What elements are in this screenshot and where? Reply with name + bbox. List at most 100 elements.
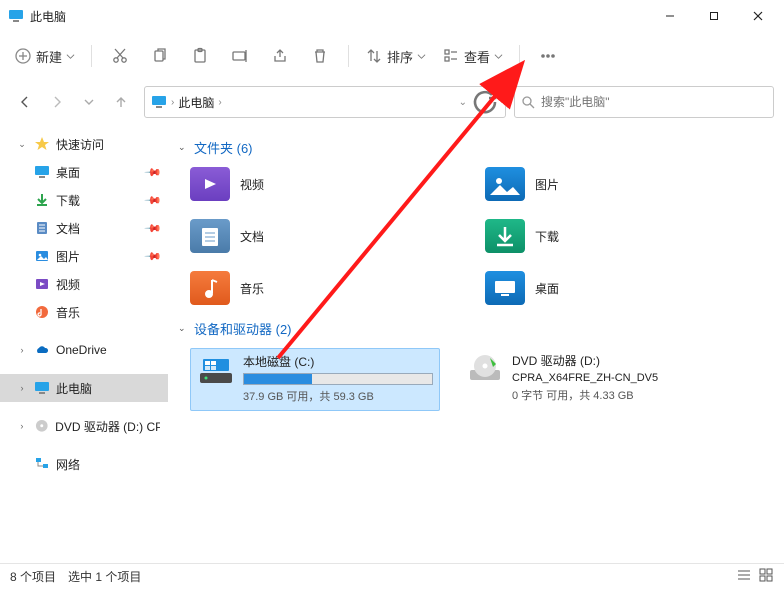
sidebar-onedrive[interactable]: › OneDrive [0, 336, 168, 364]
new-label: 新建 [36, 47, 62, 66]
chevron-down-icon: ⌄ [178, 142, 190, 153]
group-devices-header[interactable]: ⌄ 设备和驱动器 (2) [178, 319, 780, 338]
pin-icon: 📌 [144, 191, 163, 210]
sidebar-item-documents[interactable]: 文档 📌 [0, 214, 168, 242]
sidebar-dvd[interactable]: › DVD 驱动器 (D:) CP [0, 412, 168, 440]
delete-button[interactable] [302, 39, 338, 73]
folder-downloads[interactable]: 下载 [485, 219, 780, 253]
cut-button[interactable] [102, 39, 138, 73]
share-button[interactable] [262, 39, 298, 73]
folder-desktop[interactable]: 桌面 [485, 271, 780, 305]
folder-label: 桌面 [535, 280, 559, 297]
recent-button[interactable] [74, 87, 104, 117]
address-bar[interactable]: › 此电脑 › ⌄ [144, 86, 506, 118]
window-title: 此电脑 [30, 8, 66, 25]
breadcrumb-root[interactable]: 此电脑 [178, 94, 214, 111]
up-button[interactable] [106, 87, 136, 117]
view-button[interactable]: 查看 [436, 39, 509, 73]
group-label: 设备和驱动器 (2) [194, 319, 292, 338]
pc-icon [151, 94, 167, 110]
group-folders-header[interactable]: ⌄ 文件夹 (6) [178, 138, 780, 157]
disk-icon [197, 353, 235, 391]
dropdown-icon[interactable]: ⌄ [459, 97, 467, 108]
sort-button[interactable]: 排序 [359, 39, 432, 73]
folder-label: 文档 [240, 228, 264, 245]
maximize-button[interactable] [692, 0, 736, 32]
chevron-right-icon: › [16, 421, 28, 431]
new-button[interactable]: 新建 [8, 39, 81, 73]
documents-folder-icon [190, 219, 230, 253]
copy-button[interactable] [142, 39, 178, 73]
details-view-button[interactable] [736, 567, 752, 586]
network-icon [34, 456, 50, 472]
folder-music[interactable]: 音乐 [190, 271, 485, 305]
status-bar: 8 个项目 选中 1 个项目 [0, 563, 784, 589]
close-button[interactable] [736, 0, 780, 32]
document-icon [34, 220, 50, 236]
sidebar-item-label: 文档 [56, 220, 80, 237]
cloud-icon [34, 342, 50, 358]
capacity-bar [243, 373, 433, 385]
sidebar-item-label: DVD 驱动器 (D:) CP [55, 418, 160, 435]
folder-pictures[interactable]: 图片 [485, 167, 780, 201]
status-selected-count: 选中 1 个项目 [68, 568, 141, 585]
sidebar-network[interactable]: › 网络 [0, 450, 168, 478]
minimize-button[interactable] [648, 0, 692, 32]
disc-icon [34, 418, 50, 434]
search-box[interactable] [514, 86, 774, 118]
desktop-folder-icon [485, 271, 525, 305]
paste-button[interactable] [182, 39, 218, 73]
drive-c[interactable]: 本地磁盘 (C:) 37.9 GB 可用，共 59.3 GB [190, 348, 440, 411]
download-icon [34, 192, 50, 208]
nav-row: › 此电脑 › ⌄ [0, 80, 784, 124]
sidebar-quick-access[interactable]: ⌄ 快速访问 [0, 130, 168, 158]
more-button[interactable] [530, 39, 566, 73]
sidebar-item-label: 下载 [56, 192, 80, 209]
sidebar-item-label: 此电脑 [56, 380, 92, 397]
sidebar-item-label: 网络 [56, 456, 80, 473]
drive-name: 本地磁盘 (C:) [243, 353, 433, 370]
music-icon [34, 304, 50, 320]
pin-icon: 📌 [144, 163, 163, 182]
refresh-button[interactable] [471, 88, 499, 116]
chevron-right-icon: › [16, 345, 28, 355]
forward-button[interactable] [42, 87, 72, 117]
sidebar-item-label: 音乐 [56, 304, 80, 321]
music-folder-icon [190, 271, 230, 305]
pc-icon [34, 380, 50, 396]
title-bar: 此电脑 [0, 0, 784, 32]
search-input[interactable] [541, 95, 767, 109]
large-icons-view-button[interactable] [758, 567, 774, 586]
sidebar-item-label: OneDrive [56, 343, 107, 357]
drive-d[interactable]: DVD 驱动器 (D:) CPRA_X64FRE_ZH-CN_DV5 0 字节 … [460, 348, 710, 411]
sidebar-thispc[interactable]: › 此电脑 [0, 374, 168, 402]
sidebar-item-videos[interactable]: 视频 [0, 270, 168, 298]
drive-name: DVD 驱动器 (D:) [512, 352, 704, 369]
videos-folder-icon [190, 167, 230, 201]
sidebar-item-pictures[interactable]: 图片 📌 [0, 242, 168, 270]
drive-volume-label: CPRA_X64FRE_ZH-CN_DV5 [512, 372, 704, 384]
desktop-icon [34, 164, 50, 180]
sidebar-item-music[interactable]: 音乐 [0, 298, 168, 326]
content-pane: ⌄ 文件夹 (6) 视频 图片 文档 下载 音乐 [168, 124, 784, 563]
sidebar: ⌄ 快速访问 桌面 📌 下载 📌 文档 📌 图片 📌 视频 [0, 124, 168, 563]
sidebar-item-label: 图片 [56, 248, 80, 265]
back-button[interactable] [10, 87, 40, 117]
pictures-icon [34, 248, 50, 264]
sort-label: 排序 [387, 47, 413, 66]
chevron-right-icon: › [16, 383, 28, 393]
sidebar-item-desktop[interactable]: 桌面 📌 [0, 158, 168, 186]
folder-videos[interactable]: 视频 [190, 167, 485, 201]
folder-label: 下载 [535, 228, 559, 245]
sidebar-item-downloads[interactable]: 下载 📌 [0, 186, 168, 214]
folder-documents[interactable]: 文档 [190, 219, 485, 253]
sidebar-item-label: 快速访问 [56, 136, 104, 153]
sidebar-item-label: 视频 [56, 276, 80, 293]
videos-icon [34, 276, 50, 292]
rename-button[interactable] [222, 39, 258, 73]
chevron-right-icon: › [218, 97, 221, 108]
drive-info: 0 字节 可用，共 4.33 GB [512, 387, 704, 403]
pin-icon: 📌 [144, 219, 163, 238]
search-icon [521, 95, 535, 109]
pin-icon: 📌 [144, 247, 163, 266]
